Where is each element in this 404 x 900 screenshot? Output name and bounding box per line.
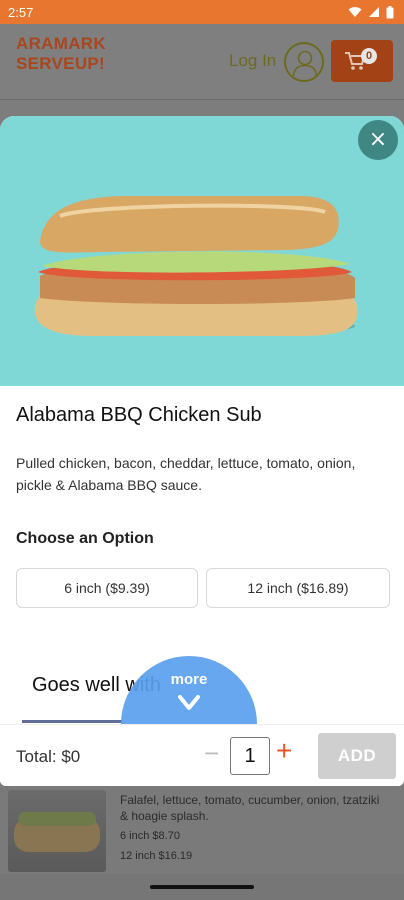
status-icons <box>348 5 394 19</box>
header-divider <box>0 99 404 100</box>
brand-line2: SERVEUP! <box>16 54 106 73</box>
background-menu-item: Falafel, lettuce, tomato, cucumber, onio… <box>0 786 404 886</box>
background-item-image <box>8 790 106 872</box>
background-item-description: Falafel, lettuce, tomato, cucumber, onio… <box>120 793 380 823</box>
close-button[interactable]: × <box>358 120 398 160</box>
login-link[interactable]: Log In <box>229 51 276 71</box>
more-label: more <box>170 671 208 688</box>
background-item-text: Falafel, lettuce, tomato, cucumber, onio… <box>120 792 390 864</box>
item-detail-modal: × Alabama BBQ Chicken Sub Pulled chicken… <box>0 116 404 786</box>
app-header: ARAMARK SERVEUP! Log In 0 <box>0 24 404 100</box>
close-icon: × <box>368 127 388 152</box>
sandwich-image <box>34 196 358 336</box>
item-hero-image: × <box>0 116 404 386</box>
status-time: 2:57 <box>8 4 34 20</box>
option-6-inch-button[interactable]: 6 inch ($9.39) <box>16 568 198 608</box>
option-12-inch-button[interactable]: 12 inch ($16.89) <box>206 568 390 608</box>
order-footer: Total: $0 − 1 + ADD <box>0 724 404 786</box>
home-gesture-pill[interactable] <box>150 885 254 889</box>
quantity-field[interactable]: 1 <box>230 737 270 775</box>
cart-button[interactable]: 0 <box>331 40 393 82</box>
item-description: Pulled chicken, bacon, cheddar, lettuce,… <box>16 455 356 493</box>
user-avatar-button[interactable] <box>284 42 324 82</box>
option-heading: Choose an Option <box>16 530 154 547</box>
background-item-price-12: 12 inch $16.19 <box>120 850 193 862</box>
status-bar: 2:57 <box>0 0 404 24</box>
wifi-icon <box>348 7 362 17</box>
brand-line1: ARAMARK <box>16 34 106 53</box>
signal-icon <box>369 7 379 17</box>
increase-quantity-button[interactable]: + <box>276 737 292 765</box>
chevron-down-icon <box>178 695 200 710</box>
user-avatar-icon <box>292 50 318 77</box>
decrease-quantity-button[interactable]: − <box>204 739 219 767</box>
total-label: Total: $0 <box>16 747 81 766</box>
battery-icon <box>386 5 394 18</box>
brand-logo[interactable]: ARAMARK SERVEUP! <box>16 34 106 74</box>
add-to-cart-button[interactable]: ADD <box>318 733 396 779</box>
background-item-price-6: 6 inch $8.70 <box>120 830 180 842</box>
item-title: Alabama BBQ Chicken Sub <box>16 404 262 426</box>
cart-count-badge: 0 <box>361 48 377 64</box>
